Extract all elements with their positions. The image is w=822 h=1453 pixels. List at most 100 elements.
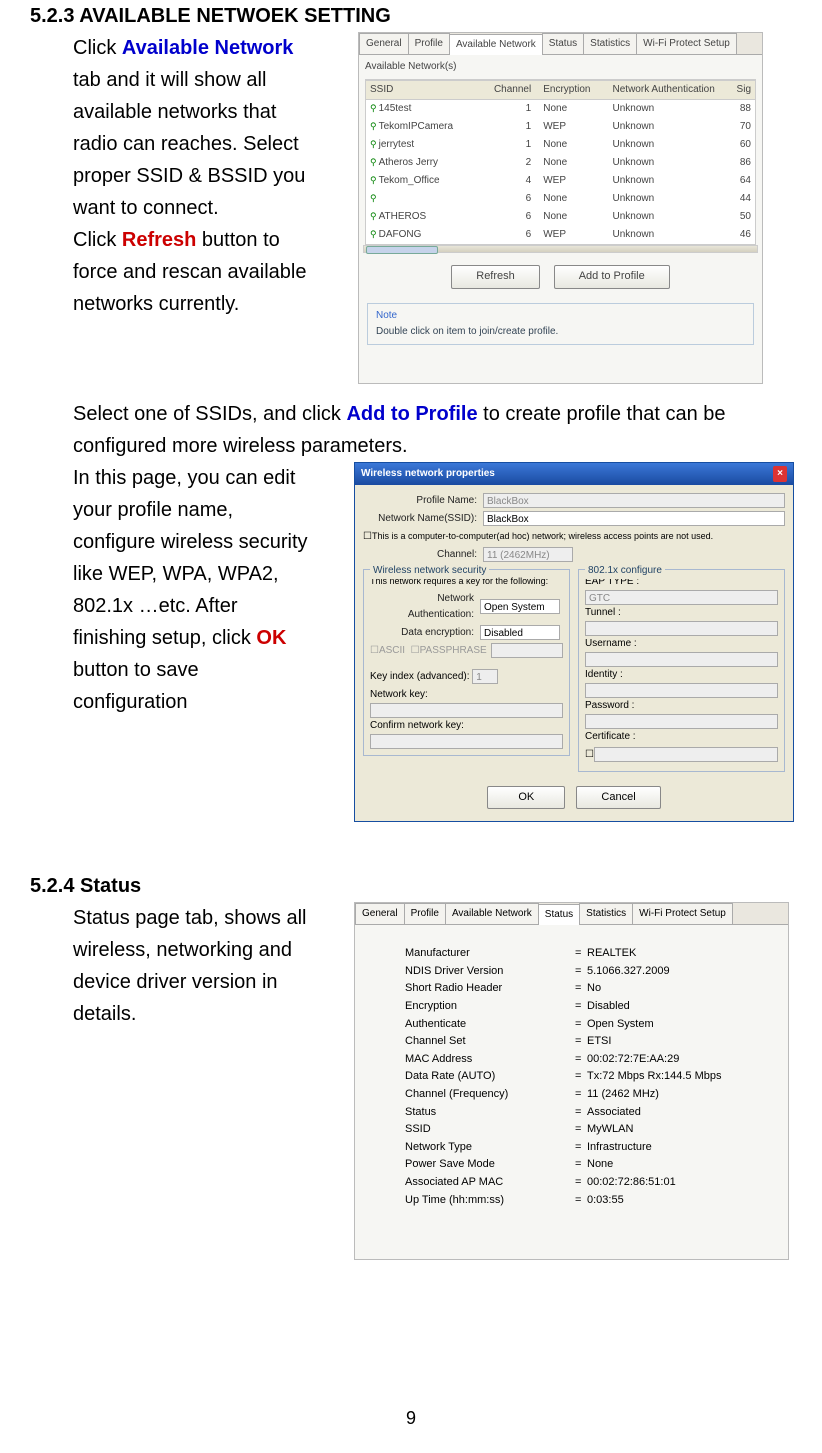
cell-channel: 2 [485,154,540,172]
chk-passphrase[interactable] [411,643,420,659]
chk-certificate[interactable] [585,747,594,763]
status-value: 11 (2462 MHz) [587,1086,768,1104]
group-security-title: Wireless network security [370,563,489,579]
input-identity[interactable] [585,683,778,698]
cell-signal: 60 [725,136,755,154]
tab-wps[interactable]: Wi-Fi Protect Setup [632,903,733,924]
input-confirm-key[interactable] [370,734,563,749]
table-row[interactable]: TekomIPCamera1WEPUnknown70 [366,118,755,136]
table-row[interactable]: DAFONG6WEPUnknown46 [366,226,755,244]
tab-status[interactable]: Status [542,33,584,54]
note-box: Note Double click on item to join/create… [367,303,754,345]
status-value: REALTEK [587,945,768,963]
cancel-button[interactable]: Cancel [576,786,660,810]
status-key: MAC Address [405,1051,575,1069]
available-network-screenshot: General Profile Available Network Status… [358,32,763,384]
dialog-titlebar: Wireless network properties × [355,463,793,485]
select-net-auth[interactable]: Open System [480,599,560,614]
status-row: Associated AP MAC=00:02:72:86:51:01 [405,1174,768,1192]
status-key: Manufacturer [405,945,575,963]
cell-auth: Unknown [609,136,726,154]
lbl-password: Password : [585,698,778,714]
chk-adhoc[interactable] [363,529,372,545]
cell-ssid: 145test [366,100,485,118]
select-data-enc[interactable]: Disabled [480,625,560,640]
tab-profile[interactable]: Profile [408,33,450,54]
select-eap[interactable]: GTC [585,590,778,605]
status-row: Encryption=Disabled [405,998,768,1016]
input-net-key[interactable] [370,703,563,718]
input-username[interactable] [585,652,778,667]
status-value: ETSI [587,1033,768,1051]
cell-encryption: WEP [539,226,608,244]
status-value: MyWLAN [587,1121,768,1139]
status-eq: = [575,1051,587,1069]
page-number: 9 [0,1404,822,1433]
lbl-identity: Identity : [585,667,778,683]
input-profile-name[interactable]: BlackBox [483,493,785,508]
heading-524: 5.2.4 Status [0,870,822,902]
table-row[interactable]: 6NoneUnknown44 [366,190,755,208]
status-value: 5.1066.327.2009 [587,963,768,981]
ok-button[interactable]: OK [487,786,565,810]
lbl-net-auth: Network Authentication: [370,591,480,623]
status-key: NDIS Driver Version [405,963,575,981]
select-channel[interactable]: 11 (2462MHz) [483,547,573,562]
chk-ascii[interactable] [370,643,379,659]
select-certificate[interactable] [594,747,778,762]
tab-general[interactable]: General [355,903,405,924]
input-network-name[interactable]: BlackBox [483,511,785,526]
status-value: None [587,1156,768,1174]
table-row[interactable]: ATHEROS6NoneUnknown50 [366,208,755,226]
status-row: Channel (Frequency)=11 (2462 MHz) [405,1086,768,1104]
status-row: NDIS Driver Version=5.1066.327.2009 [405,963,768,981]
txt: Click [73,37,122,59]
tab-general[interactable]: General [359,33,409,54]
status-row: Network Type=Infrastructure [405,1139,768,1157]
refresh-button[interactable]: Refresh [451,265,540,289]
status-value: 00:02:72:86:51:01 [587,1174,768,1192]
select-tunnel[interactable] [585,621,778,636]
add-to-profile-button[interactable]: Add to Profile [554,265,670,289]
lbl-passphrase: PASSPHRASE [420,643,487,659]
cell-signal: 88 [725,100,755,118]
status-eq: = [575,1033,587,1051]
status-eq: = [575,1016,587,1034]
tab-profile[interactable]: Profile [404,903,446,924]
status-key: Status [405,1104,575,1122]
col-ssid: SSID [366,81,485,99]
input-passphrase[interactable] [491,643,563,658]
status-eq: = [575,1139,587,1157]
cell-ssid: DAFONG [366,226,485,244]
table-row[interactable]: Atheros Jerry2NoneUnknown86 [366,154,755,172]
status-value: Tx:72 Mbps Rx:144.5 Mbps [587,1068,768,1086]
cell-ssid: Atheros Jerry [366,154,485,172]
tab-status[interactable]: Status [538,904,580,925]
status-value: Disabled [587,998,768,1016]
select-key-index[interactable]: 1 [472,669,498,684]
horizontal-scrollbar[interactable] [363,245,758,253]
tab-available-network[interactable]: Available Network [449,34,543,55]
tab-wps[interactable]: Wi-Fi Protect Setup [636,33,737,54]
close-icon[interactable]: × [773,466,787,482]
lbl-key-index: Key index (advanced): [370,669,470,685]
tab-statistics[interactable]: Statistics [583,33,637,54]
lbl-profile-name: Profile Name: [363,493,483,509]
table-row[interactable]: Tekom_Office4WEPUnknown64 [366,172,755,190]
dialog-title: Wireless network properties [361,466,495,482]
p-523-1: Click Available Network tab and it will … [73,32,312,224]
cell-channel: 6 [485,226,540,244]
status-eq: = [575,1156,587,1174]
cell-encryption: None [539,136,608,154]
input-password[interactable] [585,714,778,729]
status-value: 00:02:72:7E:AA:29 [587,1051,768,1069]
link-add-to-profile: Add to Profile [346,403,477,425]
table-row[interactable]: jerrytest1NoneUnknown60 [366,136,755,154]
tab-available-network[interactable]: Available Network [445,903,539,924]
cell-ssid [366,190,485,208]
p-523-2: Click Refresh button to force and rescan… [73,224,312,320]
tab-statistics[interactable]: Statistics [579,903,633,924]
status-value: 0:03:55 [587,1192,768,1210]
wireless-properties-dialog: Wireless network properties × Profile Na… [354,462,794,823]
table-row[interactable]: 145test1NoneUnknown88 [366,100,755,118]
